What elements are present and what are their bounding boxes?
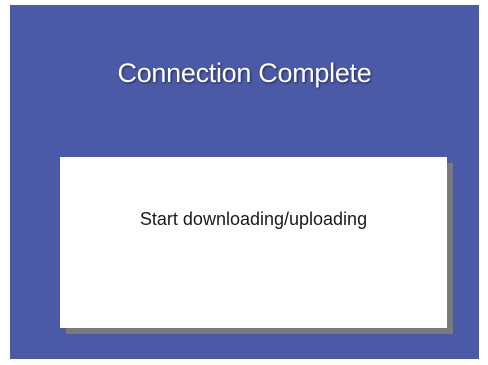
screen-title: Connection Complete bbox=[117, 58, 372, 88]
connection-screen: Connection Complete Start downloading/up… bbox=[10, 5, 479, 359]
start-transfer-label: Start downloading/uploading bbox=[139, 209, 368, 229]
start-transfer-button[interactable]: Start downloading/uploading bbox=[60, 157, 447, 328]
